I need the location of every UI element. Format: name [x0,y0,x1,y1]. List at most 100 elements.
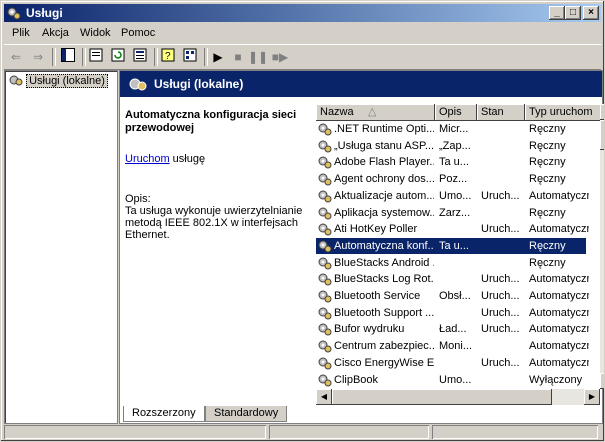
maximize-button[interactable]: □ [565,6,581,20]
cell-name: Aplikacja systemow... [334,206,434,219]
back-arrow-icon[interactable]: ⇐ [6,48,26,66]
cell-startup-type: Ręczny [529,173,566,186]
menu-plik[interactable]: Plik [12,27,30,39]
cell-name: BlueStacks Android ... [334,256,434,269]
column-header-description[interactable]: Opis [435,104,477,121]
cell-description: Ład... [439,323,467,336]
pause-service-icon[interactable]: ❚❚ [248,48,268,66]
cell-startup-type: Ręczny [529,123,566,135]
cell-startup-type: Automatyczny [529,189,589,202]
cell-description: Micr... [439,123,469,135]
help-icon[interactable]: ? [158,48,178,66]
close-button[interactable]: × [583,6,599,20]
view-tabs: Rozszerzony Standardowy [119,406,601,424]
cell-description: Zarz... [439,206,471,219]
column-header-name[interactable]: Nazwa △ [316,104,435,121]
stop-service-icon[interactable]: ■ [228,48,248,66]
scroll-up-icon[interactable]: ▲ [600,104,604,120]
cell-description: Obsł... [439,290,471,302]
cell-name: Bufor wydruku [334,323,405,336]
menu-widok[interactable]: Widok [80,27,111,39]
description-label: Opis: [125,193,151,205]
view-icon[interactable] [180,48,200,66]
service-gear-icon [318,357,332,370]
list-header: Nazwa △ Opis Stan Typ uruchom [316,104,602,121]
horizontal-scrollbar[interactable]: ◀ ▶ [316,389,600,405]
table-row[interactable]: Bufor wydruku Ład... Uruch... Automatyczny [316,321,589,337]
table-row[interactable]: Ati HotKey Poller Uruch... Automatyczny [316,221,589,237]
table-row[interactable]: Aktualizacje autom... Umo... Uruch... Autom… [316,188,589,204]
title-bar[interactable]: Usługi _ □ × [4,4,601,22]
service-gear-icon [318,173,332,186]
cell-state [481,372,524,388]
scroll-left-icon[interactable]: ◀ [316,389,332,405]
forward-arrow-icon[interactable]: ⇒ [28,48,48,66]
cell-description: Ta u... [439,239,469,252]
export-list-icon[interactable] [130,48,150,66]
cell-name: Agent ochrony dos... [334,173,434,186]
cell-description: Ta u... [439,156,469,169]
table-row[interactable]: .NET Runtime Opti... Micr... Ręczny [316,121,586,137]
services-list[interactable]: Nazwa △ Opis Stan Typ uruchom .NET Runtim… [316,104,602,406]
table-row[interactable]: BlueStacks Android ... Ręczny [316,255,586,271]
table-row[interactable]: Adobe Flash Player... Ta u... Ręczny [316,154,586,170]
table-row[interactable]: Bluetooth Service Obsł... Uruch... Automaty… [316,288,589,304]
description-text: Ta usługa wykonuje uwierzytelnianie meto… [125,205,303,241]
column-header-startup-type[interactable]: Typ uruchom [525,104,602,121]
service-gear-icon [318,156,332,169]
column-header-state[interactable]: Stan [477,104,525,121]
table-row[interactable]: Aplikacja systemow... Zarz... Ręczny [316,205,586,221]
service-gear-icon [318,240,332,253]
service-gear-icon [318,257,332,270]
cell-startup-type: Ręczny [529,156,566,169]
service-action: Uruchom usługę [125,153,310,165]
table-row[interactable]: Centrum zabezpiec... Moni... Automatyczny [316,338,589,354]
cell-name: Automatyczna konf... [334,239,434,252]
vertical-scroll-thumb[interactable] [600,120,604,150]
cell-state [481,205,524,221]
menu-akcja[interactable]: Akcja [42,27,69,39]
cell-state [481,171,524,187]
tree-item-services-local[interactable]: Usługi (lokalne) [9,74,108,88]
service-gear-icon [318,273,332,286]
table-row[interactable]: Bluetooth Support ... Uruch... Automatyczn… [316,305,589,321]
cell-state: Uruch... [481,356,520,369]
cell-description [439,221,476,237]
start-service-icon[interactable]: ▶ [208,48,228,66]
service-gear-icon [318,323,332,336]
vertical-scrollbar[interactable]: ▲ ▼ [600,104,604,389]
cell-name: Adobe Flash Player... [334,156,434,169]
services-window: Usługi _ □ × Plik Akcja Widok Pomoc ⇐ ⇒ … [0,0,605,442]
scroll-right-icon[interactable]: ▶ [584,389,600,405]
tab-extended[interactable]: Rozszerzony [123,406,205,422]
cell-state: Uruch... [481,290,520,302]
cell-state [481,338,524,354]
table-row[interactable]: Agent ochrony dos... Poz... Ręczny [316,171,586,187]
cell-description: Poz... [439,173,468,186]
table-row[interactable]: Cisco EnergyWise E... Uruch... Automatyczn… [316,355,589,371]
table-row[interactable]: BlueStacks Log Rot... Uruch... Automatyczn… [316,271,589,287]
cell-description: „Zap... [439,139,471,152]
service-details: Automatyczna konfiguracja sieci przewodo… [125,109,310,241]
menu-pomoc[interactable]: Pomoc [121,27,155,39]
pane-header: Usługi (lokalne) [120,71,602,97]
svg-text:?: ? [165,51,171,62]
minimize-button[interactable]: _ [549,6,565,20]
toolbar: ⇐ ⇒ ? ▶ ■ ❚❚ ■▶ [4,44,601,70]
cell-startup-type: Automatyczny [529,290,589,302]
properties-icon[interactable] [86,48,106,66]
start-service-link[interactable]: Uruchom [125,153,170,165]
refresh-icon[interactable] [108,48,128,66]
restart-service-icon[interactable]: ■▶ [270,48,290,66]
cell-state [481,238,524,254]
cell-state: Uruch... [481,189,520,202]
horizontal-scroll-thumb[interactable] [332,389,552,405]
cell-startup-type: Ręczny [529,239,566,252]
cell-description [439,271,476,287]
table-row[interactable]: ClipBook Umo... Wyłączony [316,372,586,388]
table-row[interactable]: Automatyczna konf... Ta u... Ręczny [316,237,586,254]
scroll-down-icon[interactable]: ▼ [600,373,604,389]
show-hide-tree-icon[interactable] [58,48,78,66]
table-row[interactable]: „Usługa stanu ASP.... „Zap... Ręczny [316,138,586,154]
tab-standard[interactable]: Standardowy [205,406,288,422]
